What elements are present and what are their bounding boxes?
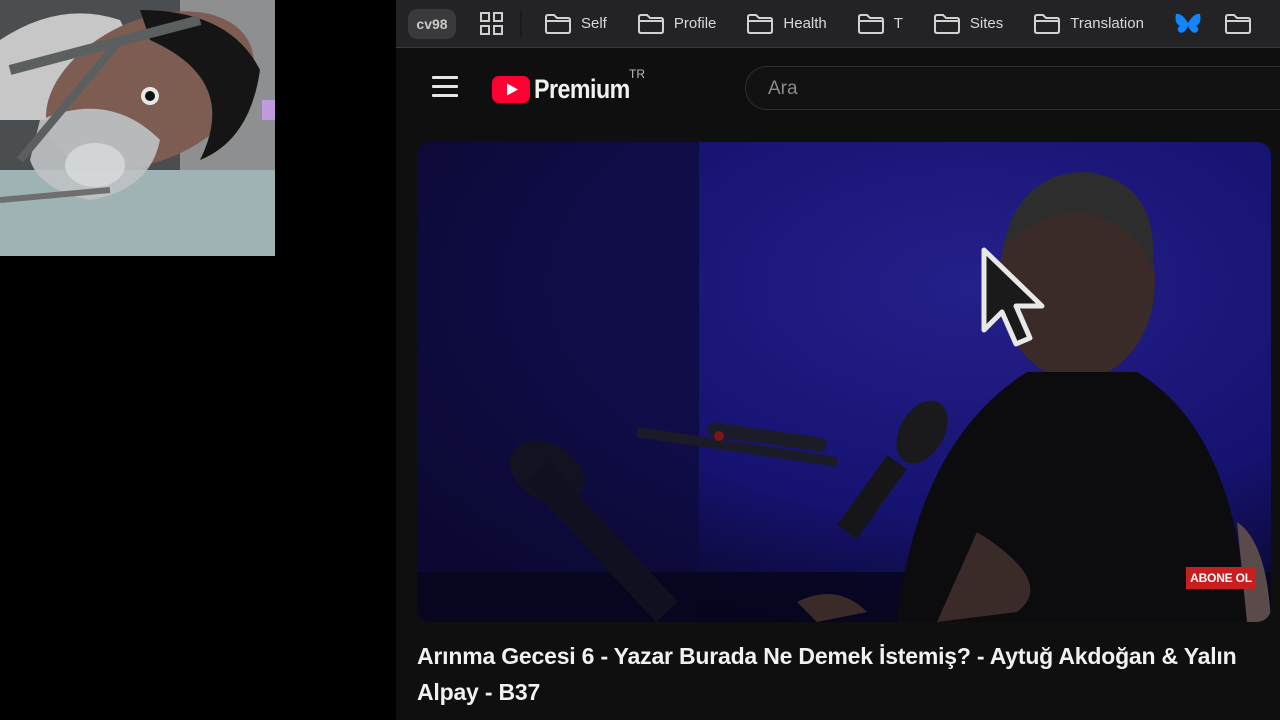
webcam-image bbox=[0, 0, 275, 256]
video-player[interactable]: ABONE OL bbox=[417, 142, 1271, 622]
logo-country-code: TR bbox=[629, 67, 645, 81]
bookmarks-bar: cv98 Self Profile Health T Sites Transla… bbox=[396, 0, 1280, 48]
logo-text: Premium bbox=[534, 73, 630, 104]
desktop-background bbox=[0, 0, 396, 720]
bookmark-folder-t[interactable]: T bbox=[857, 13, 903, 35]
video-title[interactable]: Arınma Gecesi 6 - Yazar Burada Ne Demek … bbox=[417, 638, 1277, 710]
folder-icon bbox=[746, 13, 774, 35]
folder-icon[interactable] bbox=[1224, 13, 1252, 35]
hamburger-menu-icon[interactable] bbox=[432, 76, 458, 98]
youtube-play-icon bbox=[492, 75, 530, 103]
bluesky-butterfly-icon[interactable] bbox=[1174, 11, 1202, 37]
bookmark-label: Self bbox=[581, 15, 607, 32]
profile-chip[interactable]: cv98 bbox=[408, 8, 456, 39]
bookmark-folder-health[interactable]: Health bbox=[746, 13, 827, 35]
bookmark-folder-self[interactable]: Self bbox=[544, 13, 607, 35]
folder-icon bbox=[857, 13, 885, 35]
folder-icon bbox=[637, 13, 665, 35]
bookmark-folder-sites[interactable]: Sites bbox=[933, 13, 1003, 35]
mouse-cursor-icon bbox=[981, 247, 1045, 347]
bookmark-label: Health bbox=[783, 15, 827, 32]
bookmarks-separator bbox=[520, 10, 522, 37]
video-frame bbox=[417, 142, 1271, 622]
bookmark-label: T bbox=[893, 15, 903, 32]
bookmark-label: Profile bbox=[673, 15, 717, 32]
browser-window: cv98 Self Profile Health T Sites Transla… bbox=[396, 0, 1280, 720]
subscribe-badge[interactable]: ABONE OL bbox=[1186, 567, 1256, 589]
bookmark-folder-translation[interactable]: Translation bbox=[1033, 13, 1144, 35]
bookmark-label: Translation bbox=[1070, 15, 1144, 32]
youtube-header: Premium TR bbox=[396, 49, 1280, 127]
folder-icon bbox=[544, 13, 572, 35]
screen: cv98 Self Profile Health T Sites Transla… bbox=[0, 0, 1280, 720]
webcam-overlay bbox=[0, 0, 275, 256]
bookmark-label: Sites bbox=[969, 15, 1004, 32]
folder-icon bbox=[1033, 13, 1061, 35]
youtube-premium-logo[interactable]: Premium TR bbox=[492, 67, 645, 109]
bookmark-folder-profile[interactable]: Profile bbox=[637, 13, 717, 35]
folder-icon bbox=[933, 13, 961, 35]
apps-grid-icon[interactable] bbox=[478, 10, 506, 38]
search-input[interactable] bbox=[766, 67, 1270, 111]
search-box[interactable] bbox=[745, 66, 1280, 111]
